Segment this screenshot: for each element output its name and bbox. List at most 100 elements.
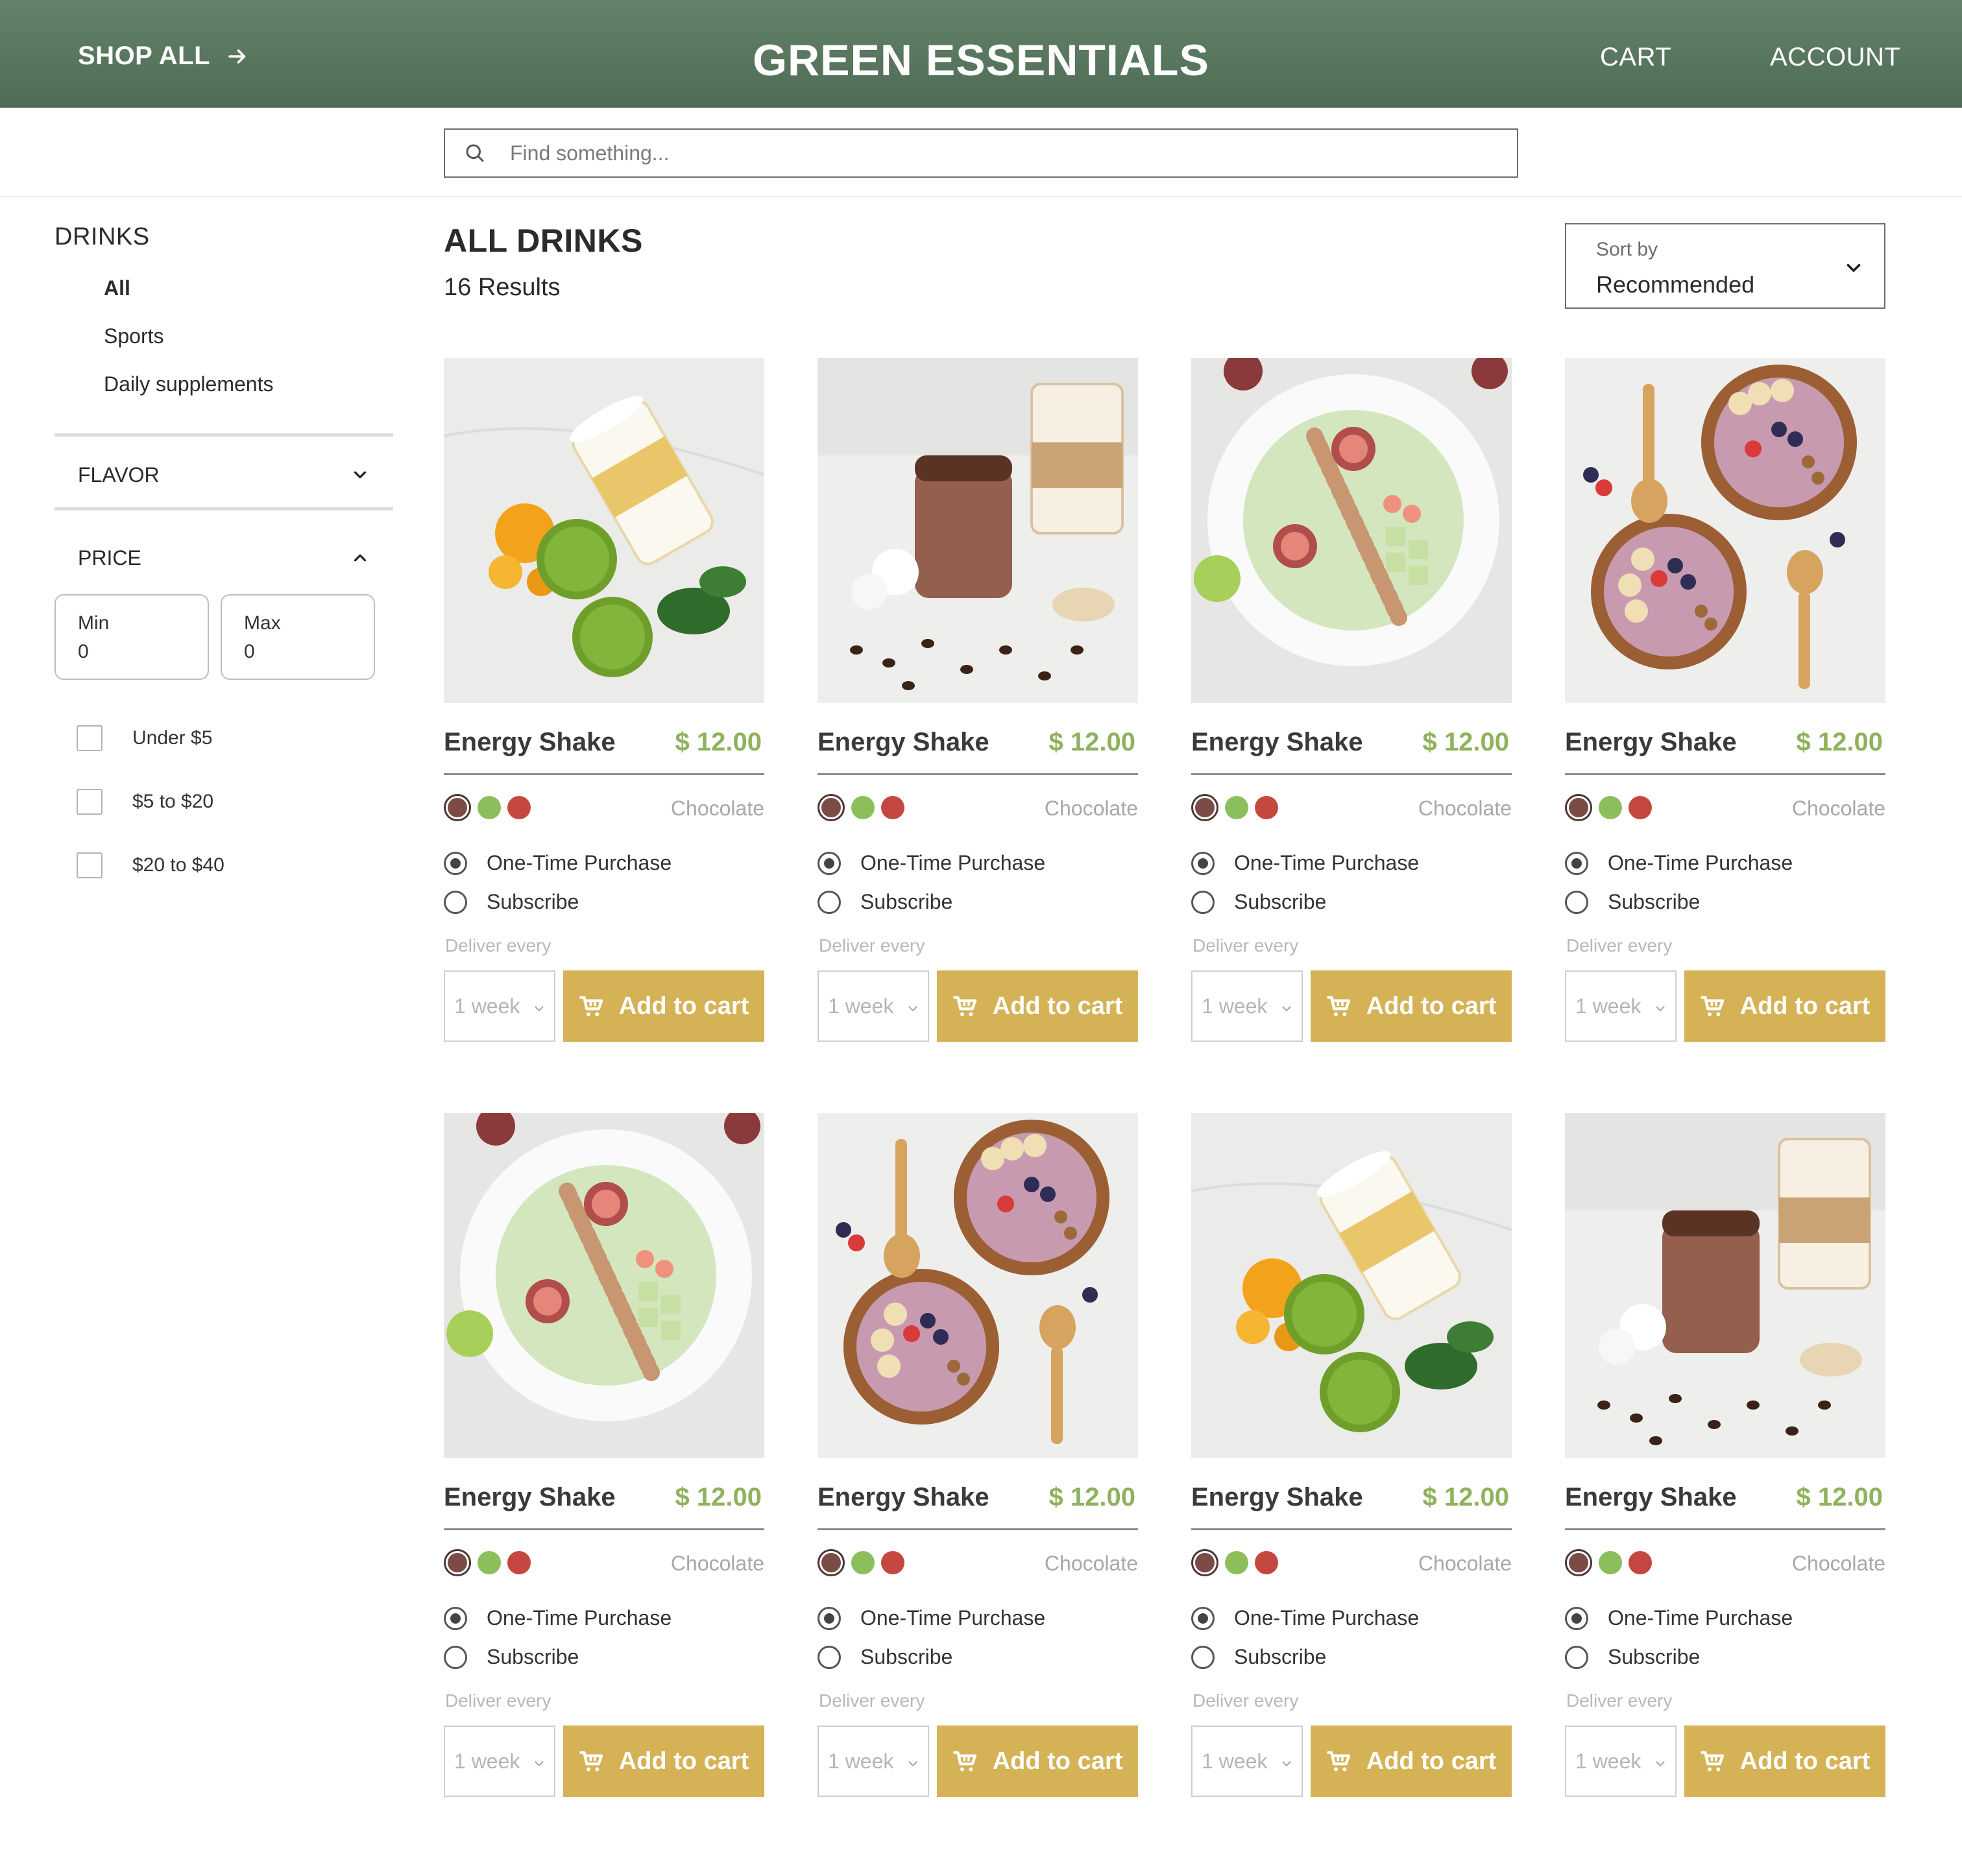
delivery-frequency-select[interactable]: 1 week xyxy=(1191,970,1303,1042)
price-filter-toggle[interactable]: PRICE xyxy=(54,538,393,577)
delivery-frequency-select[interactable]: 1 week xyxy=(444,970,555,1042)
product-name[interactable]: Energy Shake xyxy=(444,728,616,757)
product-name[interactable]: Energy Shake xyxy=(1191,728,1363,757)
swatch-green[interactable] xyxy=(1599,796,1622,819)
swatch-red[interactable] xyxy=(1629,1551,1652,1574)
delivery-frequency-select[interactable]: 1 week xyxy=(818,1726,929,1797)
flavor-filter-toggle[interactable]: FLAVOR xyxy=(54,455,393,494)
search-box[interactable] xyxy=(444,128,1518,178)
radio-button[interactable] xyxy=(444,1606,467,1630)
checkbox[interactable] xyxy=(77,725,103,751)
subscribe-option[interactable]: Subscribe xyxy=(1565,1645,1700,1669)
subscribe-option[interactable]: Subscribe xyxy=(1191,1645,1326,1669)
product-image[interactable] xyxy=(818,358,1138,703)
add-to-cart-button[interactable]: Add to cart xyxy=(563,1726,764,1797)
swatch-green[interactable] xyxy=(478,796,501,819)
subscribe-option[interactable]: Subscribe xyxy=(818,1645,952,1669)
swatch-red[interactable] xyxy=(881,796,904,819)
max-price-field[interactable]: Max 0 xyxy=(221,594,375,680)
swatch-green[interactable] xyxy=(1599,1551,1622,1574)
radio-button[interactable] xyxy=(818,1606,841,1630)
add-to-cart-button[interactable]: Add to cart xyxy=(563,970,764,1042)
swatch-chocolate[interactable] xyxy=(818,1549,845,1576)
radio-button[interactable] xyxy=(1565,1645,1588,1669)
swatch-green[interactable] xyxy=(851,796,875,819)
product-name[interactable]: Energy Shake xyxy=(1565,728,1737,757)
swatch-green[interactable] xyxy=(478,1551,501,1574)
one-time-purchase-option[interactable]: One-Time Purchase xyxy=(818,851,1045,875)
delivery-frequency-select[interactable]: 1 week xyxy=(818,970,929,1042)
radio-button[interactable] xyxy=(818,1645,841,1669)
radio-button[interactable] xyxy=(818,851,841,875)
price-range-under-5[interactable]: Under $5 xyxy=(77,725,212,751)
swatch-chocolate[interactable] xyxy=(1191,794,1218,821)
radio-button[interactable] xyxy=(1191,1606,1215,1630)
checkbox[interactable] xyxy=(77,789,103,815)
add-to-cart-button[interactable]: Add to cart xyxy=(1684,970,1885,1042)
add-to-cart-button[interactable]: Add to cart xyxy=(1684,1726,1885,1797)
subscribe-option[interactable]: Subscribe xyxy=(1191,890,1326,914)
product-name[interactable]: Energy Shake xyxy=(1565,1483,1737,1512)
swatch-chocolate[interactable] xyxy=(1565,1549,1592,1576)
delivery-frequency-select[interactable]: 1 week xyxy=(1565,970,1677,1042)
price-range-5-to-20[interactable]: $5 to $20 xyxy=(77,789,213,815)
product-image[interactable] xyxy=(818,1113,1138,1458)
one-time-purchase-option[interactable]: One-Time Purchase xyxy=(1565,851,1793,875)
add-to-cart-button[interactable]: Add to cart xyxy=(937,1726,1138,1797)
delivery-frequency-select[interactable]: 1 week xyxy=(1565,1726,1677,1797)
search-input[interactable] xyxy=(510,141,1483,165)
subscribe-option[interactable]: Subscribe xyxy=(444,890,579,914)
delivery-frequency-select[interactable]: 1 week xyxy=(444,1726,555,1797)
product-image[interactable] xyxy=(1191,1113,1512,1458)
product-name[interactable]: Energy Shake xyxy=(1191,1483,1363,1512)
product-image[interactable] xyxy=(444,1113,764,1458)
swatch-chocolate[interactable] xyxy=(818,794,845,821)
swatch-chocolate[interactable] xyxy=(1565,794,1592,821)
one-time-purchase-option[interactable]: One-Time Purchase xyxy=(444,1606,672,1630)
product-name[interactable]: Energy Shake xyxy=(818,1483,989,1512)
subscribe-option[interactable]: Subscribe xyxy=(818,890,952,914)
product-name[interactable]: Energy Shake xyxy=(818,728,989,757)
one-time-purchase-option[interactable]: One-Time Purchase xyxy=(444,851,672,875)
radio-button[interactable] xyxy=(444,1645,467,1669)
shop-all-link[interactable]: SHOP ALL xyxy=(78,42,249,71)
delivery-frequency-select[interactable]: 1 week xyxy=(1191,1726,1303,1797)
radio-button[interactable] xyxy=(1191,851,1215,875)
add-to-cart-button[interactable]: Add to cart xyxy=(1311,970,1512,1042)
radio-button[interactable] xyxy=(444,890,467,914)
category-daily-supplements[interactable]: Daily supplements xyxy=(104,372,273,396)
account-link[interactable]: ACCOUNT xyxy=(1770,43,1900,72)
product-image[interactable] xyxy=(1565,1113,1885,1458)
category-all[interactable]: All xyxy=(104,276,130,300)
swatch-red[interactable] xyxy=(1255,796,1278,819)
swatch-red[interactable] xyxy=(1255,1551,1278,1574)
checkbox[interactable] xyxy=(77,852,103,878)
swatch-chocolate[interactable] xyxy=(444,794,471,821)
swatch-green[interactable] xyxy=(1225,796,1248,819)
radio-button[interactable] xyxy=(1565,851,1588,875)
radio-button[interactable] xyxy=(444,851,467,875)
radio-button[interactable] xyxy=(1565,1606,1588,1630)
add-to-cart-button[interactable]: Add to cart xyxy=(1311,1726,1512,1797)
swatch-green[interactable] xyxy=(851,1551,875,1574)
swatch-green[interactable] xyxy=(1225,1551,1248,1574)
sort-dropdown[interactable]: Sort by Recommended xyxy=(1565,223,1885,309)
swatch-red[interactable] xyxy=(1629,796,1652,819)
product-image[interactable] xyxy=(1565,358,1885,703)
one-time-purchase-option[interactable]: One-Time Purchase xyxy=(1191,1606,1419,1630)
cart-link[interactable]: CART xyxy=(1600,43,1671,72)
add-to-cart-button[interactable]: Add to cart xyxy=(937,970,1138,1042)
swatch-red[interactable] xyxy=(507,1551,531,1574)
radio-button[interactable] xyxy=(1565,890,1588,914)
swatch-chocolate[interactable] xyxy=(444,1549,471,1576)
swatch-red[interactable] xyxy=(507,796,531,819)
one-time-purchase-option[interactable]: One-Time Purchase xyxy=(1565,1606,1793,1630)
one-time-purchase-option[interactable]: One-Time Purchase xyxy=(1191,851,1419,875)
min-price-field[interactable]: Min 0 xyxy=(54,594,209,680)
one-time-purchase-option[interactable]: One-Time Purchase xyxy=(818,1606,1045,1630)
subscribe-option[interactable]: Subscribe xyxy=(444,1645,579,1669)
product-name[interactable]: Energy Shake xyxy=(444,1483,616,1512)
swatch-chocolate[interactable] xyxy=(1191,1549,1218,1576)
radio-button[interactable] xyxy=(1191,1645,1215,1669)
product-image[interactable] xyxy=(1191,358,1512,703)
